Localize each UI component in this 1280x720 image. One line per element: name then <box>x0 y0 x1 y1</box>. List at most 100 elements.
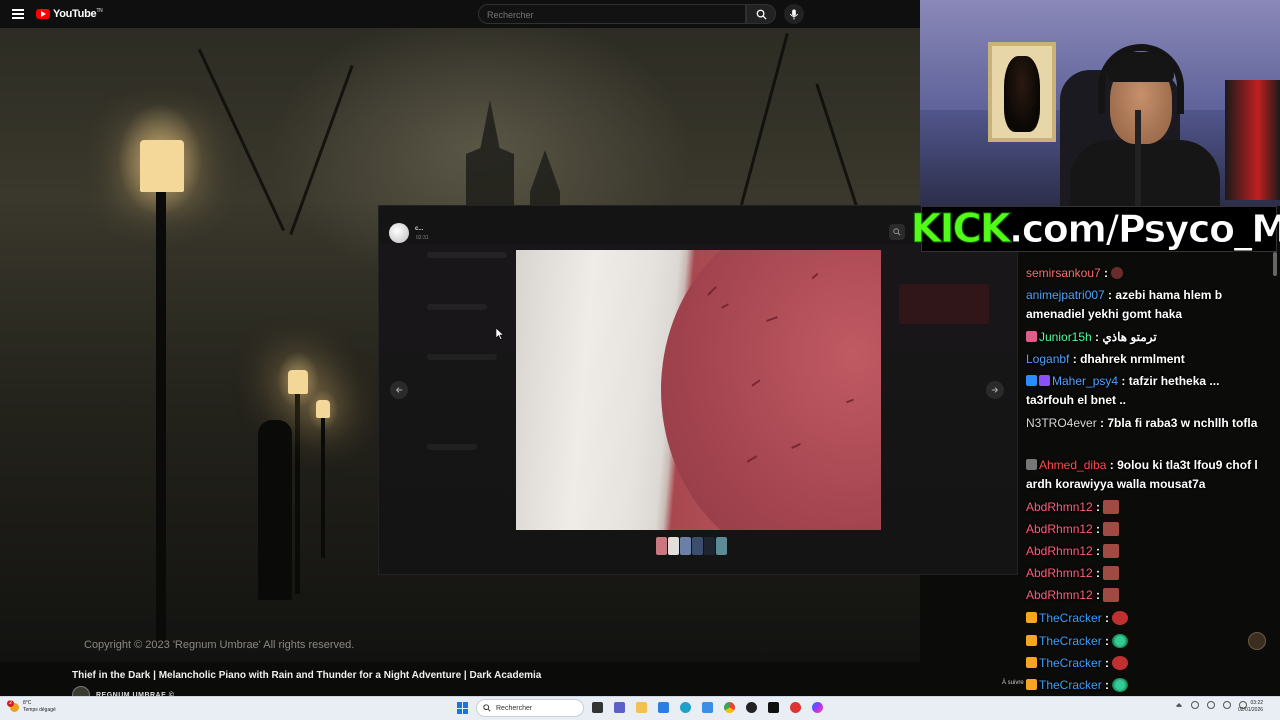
youtube-logo[interactable]: YouTubeTN <box>36 8 103 20</box>
chat-message: AbdRhmn12 : <box>1026 498 1270 517</box>
chat-username[interactable]: AbdRhmn12 <box>1026 522 1093 536</box>
clock-time: 03:22 <box>1250 700 1264 706</box>
terminal-icon[interactable] <box>768 702 779 713</box>
chat-username[interactable]: Junior15h <box>1039 330 1092 344</box>
thumbnail[interactable] <box>668 537 679 555</box>
thumbnail[interactable] <box>716 537 727 555</box>
emote-icon <box>1103 522 1120 536</box>
next-image-button[interactable] <box>986 381 1004 399</box>
emote-icon <box>1103 588 1120 602</box>
taskbar-clock[interactable]: 03:22 02/01/2026 <box>1238 700 1263 714</box>
youtube-search-button[interactable] <box>746 4 776 24</box>
weather-description: Temps dégagé <box>23 707 56 713</box>
viewer-photo[interactable] <box>516 250 881 530</box>
zoom-button[interactable] <box>889 224 905 240</box>
tree-branch <box>289 64 354 236</box>
streamer-webcam <box>920 0 1280 206</box>
app-icon[interactable] <box>790 702 801 713</box>
thumbnail[interactable] <box>692 537 703 555</box>
thumbnail[interactable] <box>656 537 667 555</box>
street-lamp <box>288 370 308 394</box>
store-icon[interactable] <box>658 702 669 713</box>
youtube-logo-icon <box>36 9 50 19</box>
chat-username[interactable]: Maher_psy4 <box>1052 374 1118 388</box>
weather-temperature: 8°C <box>23 700 32 706</box>
emote-icon <box>1112 678 1129 692</box>
search-icon <box>756 9 767 20</box>
zoom-icon <box>893 228 901 236</box>
mouse-cursor-icon <box>496 328 504 340</box>
microphone-icon[interactable] <box>1191 701 1199 709</box>
chat-message: semirsankou7 : <box>1026 264 1270 283</box>
chat-username[interactable]: semirsankou7 <box>1026 266 1101 280</box>
chat-message: N3TRO4ever : 7bla fi raba3 w nchllh tofl… <box>1026 416 1258 430</box>
youtube-search-box[interactable] <box>478 4 746 24</box>
teams-icon[interactable] <box>614 702 625 713</box>
statue-silhouette <box>258 420 292 600</box>
file-explorer-icon[interactable] <box>636 702 647 713</box>
chevron-up-icon[interactable] <box>1175 703 1183 707</box>
chat-username[interactable]: TheCracker <box>1039 634 1102 648</box>
edge-icon[interactable] <box>680 702 691 713</box>
lamp-post <box>156 192 166 642</box>
taskbar-search-label: Rechercher <box>496 704 533 712</box>
chat-username[interactable]: Loganbf <box>1026 352 1069 366</box>
chat-text: ترمتو هاذي <box>1102 330 1157 344</box>
youtube-search-input[interactable] <box>479 6 745 24</box>
chat-username[interactable]: Ahmed_diba <box>1039 458 1106 472</box>
chat-badge-icon <box>1039 375 1050 386</box>
video-copyright: Copyright © 2023 'Regnum Umbrae' All rig… <box>84 639 355 651</box>
wifi-icon[interactable] <box>1207 701 1215 709</box>
chat-text: 7bla fi raba3 w nchllh tofla <box>1107 416 1258 430</box>
emote-icon <box>1112 634 1129 648</box>
chat-username[interactable]: AbdRhmn12 <box>1026 566 1093 580</box>
obs-icon[interactable] <box>746 702 757 713</box>
youtube-logo-text: YouTubeTN <box>53 8 103 20</box>
messenger-icon[interactable] <box>812 702 823 713</box>
voice-search-button[interactable] <box>784 4 804 24</box>
chat-username[interactable]: TheCracker <box>1039 611 1102 625</box>
tree-branch <box>734 33 789 227</box>
chat-username[interactable]: AbdRhmn12 <box>1026 544 1093 558</box>
sender-avatar[interactable] <box>389 223 409 243</box>
sender-name: c... <box>415 226 424 232</box>
streamer-body <box>1070 140 1220 206</box>
up-next-label[interactable]: À suivre <box>1002 680 1024 686</box>
taskbar-search[interactable]: Rechercher <box>476 699 584 717</box>
windows-taskbar: 2 8°C Temps dégagé Rechercher 03:22 02/0… <box>0 696 1280 720</box>
emote-icon <box>1111 267 1124 279</box>
chat-message: AbdRhmn12 : <box>1026 520 1270 539</box>
previous-image-button[interactable] <box>390 381 408 399</box>
emote-icon <box>1112 611 1129 625</box>
chat-message: AbdRhmn12 : <box>1026 564 1270 583</box>
windows-start-icon[interactable] <box>457 702 469 714</box>
chat-username[interactable]: TheCracker <box>1039 678 1102 692</box>
chat-username[interactable]: N3TRO4ever <box>1026 416 1097 430</box>
volume-icon[interactable] <box>1223 701 1231 709</box>
emote-icon <box>1103 566 1120 580</box>
chat-message: Ahmed_diba : 9olou ki tla3t lfou9 chof l… <box>1026 458 1258 491</box>
chat-username[interactable]: AbdRhmn12 <box>1026 500 1093 514</box>
chat-overlay: semirsankou7 : animejpatri007 : azebi ha… <box>1018 256 1274 720</box>
system-tray <box>1175 701 1247 709</box>
chat-message: TheCracker : <box>1026 609 1270 628</box>
chat-username[interactable]: animejpatri007 <box>1026 288 1105 302</box>
chat-text: dhahrek nrmlment <box>1080 352 1185 366</box>
chat-username[interactable]: AbdRhmn12 <box>1026 588 1093 602</box>
thumbnail[interactable] <box>704 537 715 555</box>
lamp-post <box>295 394 300 594</box>
thumbnail[interactable] <box>680 537 691 555</box>
chat-message: Loganbf : dhahrek nrmlment <box>1026 352 1185 366</box>
chat-badge-icon <box>1026 657 1037 668</box>
chat-message: Junior15h : ترمتو هاذي <box>1026 328 1270 347</box>
chrome-icon[interactable] <box>724 702 735 713</box>
arrow-right-icon <box>991 387 999 393</box>
onedrive-icon[interactable] <box>702 702 713 713</box>
kick-logo-text: KICK <box>910 206 1011 253</box>
weather-widget[interactable]: 2 8°C Temps dégagé <box>7 699 56 714</box>
photo-skin-area <box>661 250 881 530</box>
task-view-icon[interactable] <box>592 702 603 713</box>
menu-icon[interactable] <box>12 9 24 19</box>
chat-badge-icon <box>1026 459 1037 470</box>
chat-username[interactable]: TheCracker <box>1039 656 1102 670</box>
